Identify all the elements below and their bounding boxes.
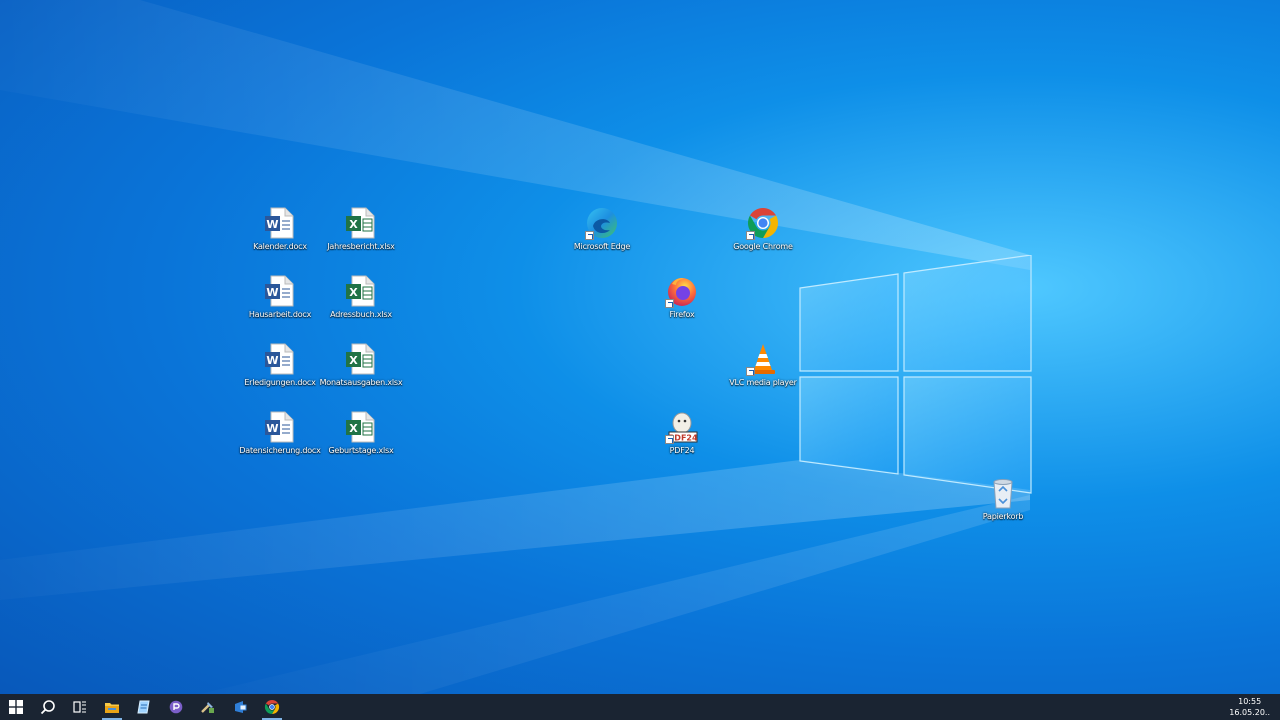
desktop-icon-label: Jahresbericht.xlsx — [327, 242, 395, 251]
shortcut-arrow-icon — [746, 231, 755, 240]
desktop-icon-label: Datensicherung.docx — [239, 446, 321, 455]
tool-icon — [201, 702, 214, 713]
desktop-icon-hausarbeit[interactable]: W Hausarbeit.docx — [238, 274, 322, 319]
shortcut-arrow-icon — [665, 435, 674, 444]
desktop-icon-datensicherung[interactable]: W Datensicherung.docx — [238, 410, 322, 455]
desktop-icon-label: PDF24 — [669, 446, 695, 455]
shortcut-arrow-icon — [746, 367, 755, 376]
desktop-icon-label: Monatsausgaben.xlsx — [319, 378, 403, 387]
desktop-icon-label: Google Chrome — [733, 242, 793, 251]
desktop-icon-jahresbericht[interactable]: X Jahresbericht.xlsx — [319, 206, 403, 251]
svg-text:X: X — [349, 422, 358, 435]
desktop-icon-erledigungen[interactable]: W Erledigungen.docx — [238, 342, 322, 387]
start-icon — [9, 700, 23, 714]
word-document-icon: W — [265, 343, 294, 375]
task-view-icon — [73, 701, 86, 713]
svg-text:X: X — [349, 218, 358, 231]
desktop-icon-label: Adressbuch.xlsx — [330, 310, 392, 319]
taskbar-pdf-creator[interactable] — [160, 694, 192, 720]
desktop-icon-label: Microsoft Edge — [573, 242, 631, 251]
recycle-bin-icon — [993, 479, 1013, 509]
desktop-icon-firefox[interactable]: Firefox — [640, 274, 724, 319]
desktop-icon-pdf24[interactable]: PDF24 PDF24 — [640, 410, 724, 455]
desktop-icon-papierkorb[interactable]: Papierkorb — [961, 476, 1045, 521]
mail-icon — [235, 701, 247, 713]
desktop-icon-label: Erledigungen.docx — [244, 378, 316, 387]
taskbar-clock[interactable]: 10:55 16.05.20.. — [1229, 696, 1270, 718]
task-view-button[interactable] — [64, 694, 96, 720]
desktop-icon-kalender[interactable]: W Kalender.docx — [238, 206, 322, 251]
chrome-icon — [264, 699, 280, 715]
word-document-icon: W — [265, 207, 294, 239]
desktop-icon-label: Geburtstage.xlsx — [328, 446, 394, 455]
desktop-icon-label: Hausarbeit.docx — [248, 310, 312, 319]
search-button[interactable] — [32, 694, 64, 720]
pdf-creator-icon — [169, 700, 183, 714]
excel-document-icon: X — [346, 275, 375, 307]
desktop-icon-geburtstage[interactable]: X Geburtstage.xlsx — [319, 410, 403, 455]
search-icon — [40, 700, 55, 715]
wallpaper-light-beams — [0, 0, 1030, 694]
desktop-icon-label: Kalender.docx — [253, 242, 307, 251]
desktop-icon-vlc[interactable]: VLC media player — [721, 342, 805, 387]
clock-date: 16.05.20.. — [1229, 708, 1270, 717]
taskbar-mail[interactable] — [224, 694, 256, 720]
desktop-icon-microsoft-edge[interactable]: Microsoft Edge — [560, 206, 644, 251]
svg-text:W: W — [266, 422, 278, 435]
taskbar-chrome[interactable] — [256, 694, 288, 720]
taskbar: 10:55 16.05.20.. — [0, 694, 1280, 720]
shortcut-arrow-icon — [585, 231, 594, 240]
svg-text:W: W — [266, 286, 278, 299]
excel-document-icon: X — [346, 207, 375, 239]
shortcut-arrow-icon — [665, 299, 674, 308]
word-document-icon: W — [265, 275, 294, 307]
excel-document-icon: X — [346, 343, 375, 375]
file-explorer-icon — [105, 703, 119, 713]
desktop-icon-monatsausgaben[interactable]: X Monatsausgaben.xlsx — [319, 342, 403, 387]
svg-text:X: X — [349, 354, 358, 367]
excel-document-icon: X — [346, 411, 375, 443]
taskbar-tool[interactable] — [192, 694, 224, 720]
svg-text:W: W — [266, 354, 278, 367]
svg-text:X: X — [349, 286, 358, 299]
clock-time: 10:55 — [1238, 697, 1262, 706]
notepad-icon — [137, 700, 150, 714]
desktop-icon-label: Firefox — [669, 310, 695, 319]
taskbar-file-explorer[interactable] — [96, 694, 128, 720]
word-document-icon: W — [265, 411, 294, 443]
desktop-icon-label: VLC media player — [729, 378, 797, 387]
taskbar-notepad[interactable] — [128, 694, 160, 720]
svg-text:W: W — [266, 218, 278, 231]
windows-logo-wallpaper — [799, 255, 1032, 494]
desktop[interactable]: W Kalender.docx X Jahresbericht.xlsx W H… — [0, 0, 1280, 694]
desktop-icon-label: Papierkorb — [982, 512, 1024, 521]
desktop-icon-google-chrome[interactable]: Google Chrome — [721, 206, 805, 251]
desktop-icon-adressbuch[interactable]: X Adressbuch.xlsx — [319, 274, 403, 319]
start-button[interactable] — [0, 694, 32, 720]
